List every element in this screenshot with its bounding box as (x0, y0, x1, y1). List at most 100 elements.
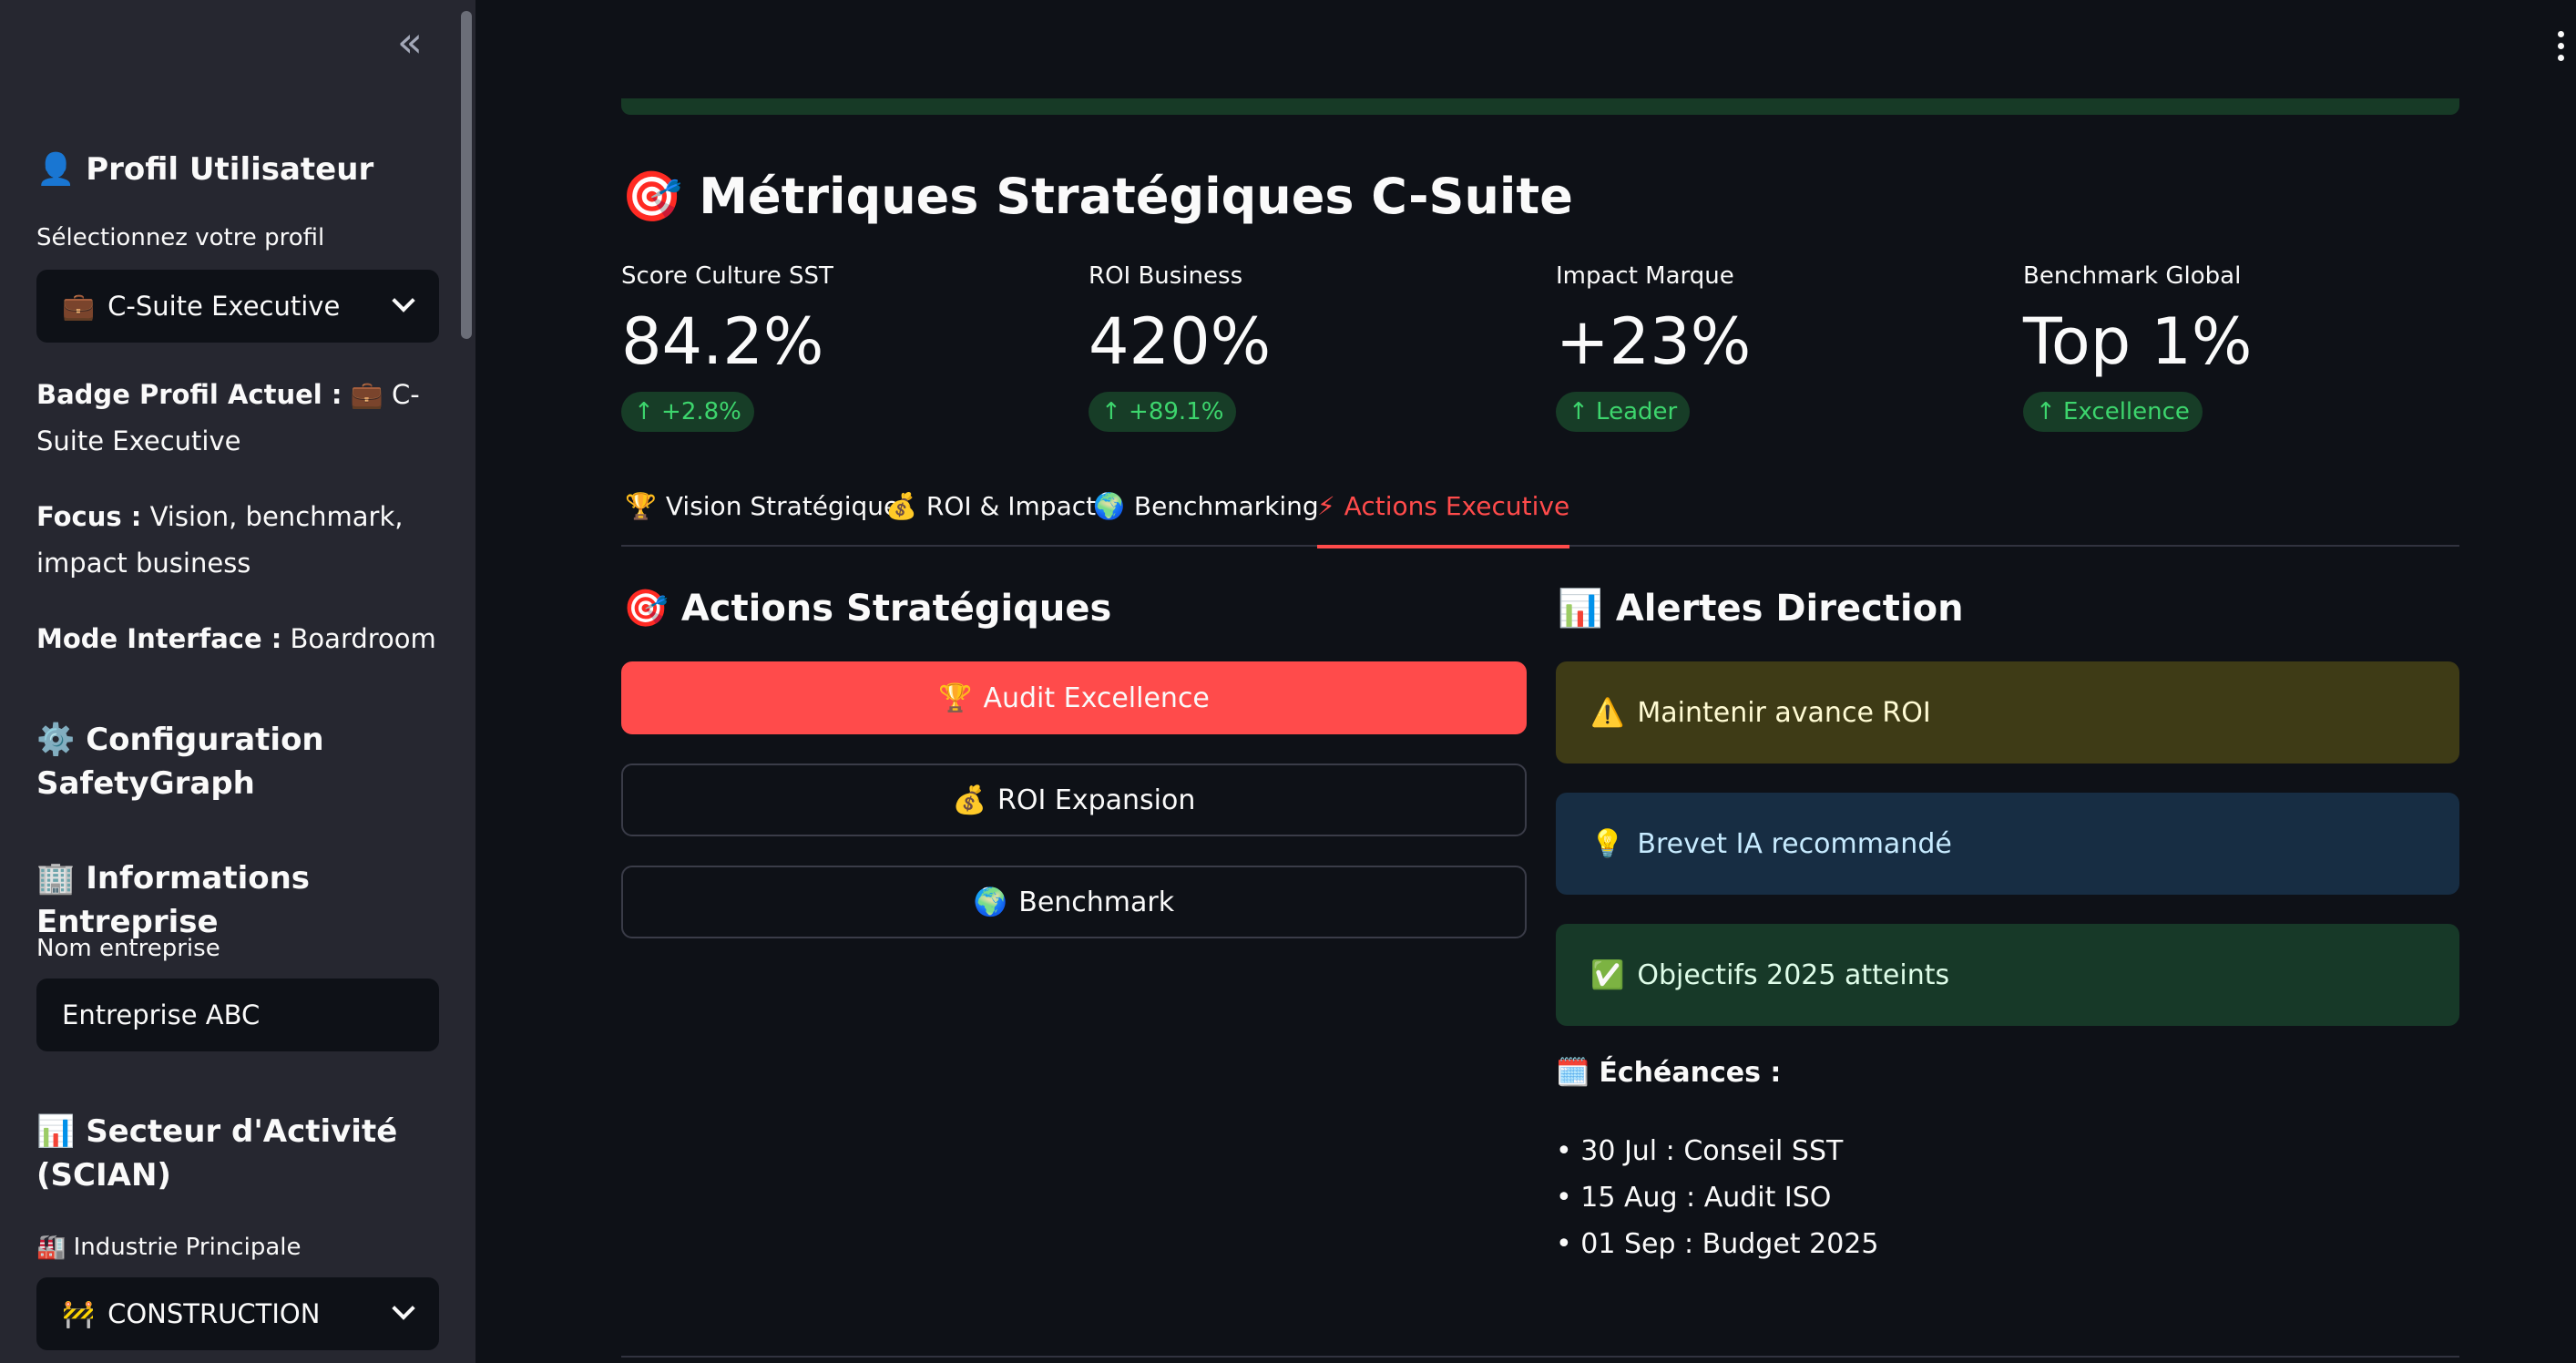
mode-label: Mode Interface : (36, 623, 282, 654)
tab-roi-impact[interactable]: 💰 ROI & Impact (885, 481, 1096, 547)
profile-select[interactable]: 💼 C-Suite Executive (36, 270, 439, 343)
alert-text: Maintenir avance ROI (1637, 696, 1931, 729)
metric-delta: ↑ Excellence (2023, 392, 2203, 432)
chevron-down-icon (392, 1296, 415, 1320)
industry-label: 🏭 Industrie Principale (36, 1234, 301, 1261)
bar-chart-icon: 📊 (1558, 588, 1603, 630)
target-icon: 🎯 (623, 588, 669, 630)
metric-value: 84.2% (621, 304, 824, 379)
sector-heading: 📊 Secteur d'Activité (SCIAN) (36, 1110, 437, 1197)
tab-actions-executive[interactable]: ⚡ Actions Executive (1317, 481, 1570, 548)
factory-icon: 🏭 (36, 1234, 66, 1261)
page-title-text: Métriques Stratégiques C-Suite (699, 168, 1573, 225)
metric-delta: ↑ Leader (1556, 392, 1691, 432)
globe-icon: 🌍 (973, 886, 1008, 918)
list-item: • 30 Jul : Conseil SST (1556, 1135, 1844, 1167)
metric-benchmark-global: Benchmark Global Top 1% ↑ Excellence (2023, 262, 2460, 432)
chevron-down-icon (392, 289, 415, 313)
calendar-icon: 🗓️ (1556, 1057, 1590, 1089)
company-name-label: Nom entreprise (36, 935, 220, 962)
collapse-sidebar-icon[interactable]: « (390, 21, 430, 64)
deadlines-list: • 30 Jul : Conseil SST • 15 Aug : Audit … (1556, 1128, 1878, 1267)
money-bag-icon: 💰 (952, 784, 987, 816)
check-mark-icon: ✅ (1590, 958, 1625, 991)
alert-info: 💡 Brevet IA recommandé (1556, 793, 2459, 895)
tab-label: Actions Executive (1344, 491, 1570, 521)
actions-heading: 🎯 Actions Stratégiques (623, 581, 1111, 636)
list-item: • 01 Sep : Budget 2025 (1556, 1228, 1879, 1260)
config-heading-text: Configuration SafetyGraph (36, 722, 324, 802)
tab-benchmarking[interactable]: 🌍 Benchmarking (1093, 481, 1319, 547)
button-label: Benchmark (1018, 886, 1175, 918)
money-bag-icon: 💰 (885, 491, 917, 521)
alerts-heading: 📊 Alertes Direction (1558, 581, 1964, 636)
target-icon: 🎯 (621, 168, 683, 225)
metric-label: Benchmark Global (2023, 262, 2242, 290)
page-title: 🎯 Métriques Stratégiques C-Suite (621, 162, 1573, 231)
company-name-input[interactable]: Entreprise ABC (36, 979, 439, 1051)
trophy-icon: 🏆 (938, 682, 973, 714)
roi-expansion-button[interactable]: 💰 ROI Expansion (621, 763, 1527, 836)
alert-text: Objectifs 2025 atteints (1637, 958, 1950, 991)
bar-chart-icon: 📊 (36, 1113, 76, 1150)
alert-warning: ⚠️ Maintenir avance ROI (1556, 661, 2459, 763)
construction-icon: 🚧 (62, 1297, 96, 1329)
deadlines-title: 🗓️ Échéances : (1556, 1057, 1781, 1089)
metric-value: 420% (1089, 304, 1272, 379)
metric-value: +23% (1556, 304, 1752, 379)
gear-icon: ⚙️ (36, 722, 76, 758)
app-root: « 👤 Profil Utilisateur Sélectionnez votr… (0, 0, 2576, 1363)
metric-label: Score Culture SST (621, 262, 833, 290)
alert-text: Brevet IA recommandé (1637, 827, 1952, 860)
profile-select-value: C-Suite Executive (107, 291, 341, 322)
deadlines-title-text: Échéances : (1599, 1057, 1782, 1089)
company-heading: 🏢 Informations Entreprise (36, 856, 437, 944)
tab-vision-strategique[interactable]: 🏆 Vision Stratégique (625, 481, 899, 547)
lightning-icon: ⚡ (1317, 491, 1335, 521)
metric-label: Impact Marque (1556, 262, 1734, 290)
trophy-icon: 🏆 (625, 491, 657, 521)
badge-profile: Badge Profil Actuel : 💼 C-Suite Executiv… (36, 372, 437, 465)
profile-heading: 👤 Profil Utilisateur (36, 148, 437, 191)
company-heading-text: Informations Entreprise (36, 860, 311, 940)
audit-excellence-button[interactable]: 🏆 Audit Excellence (621, 661, 1527, 734)
metric-label: ROI Business (1089, 262, 1243, 290)
metric-impact-marque: Impact Marque +23% ↑ Leader (1556, 262, 1993, 432)
warning-icon: ⚠️ (1590, 696, 1625, 729)
focus-label: Focus : (36, 501, 142, 532)
industry-select[interactable]: 🚧 CONSTRUCTION (36, 1277, 439, 1350)
mode-value: Boardroom (290, 623, 436, 654)
tab-bar: 🏆 Vision Stratégique 💰 ROI & Impact 🌍 Bench… (621, 481, 2459, 548)
industry-select-value: CONSTRUCTION (107, 1298, 321, 1329)
mode-info: Mode Interface : Boardroom (36, 616, 437, 662)
globe-icon: 🌍 (1093, 491, 1125, 521)
success-banner-bottom (621, 98, 2459, 115)
sector-heading-text: Secteur d'Activité (SCIAN) (36, 1113, 398, 1194)
metric-delta: ↑ +2.8% (621, 392, 754, 432)
badge-profile-label: Badge Profil Actuel : (36, 379, 342, 410)
light-bulb-icon: 💡 (1590, 827, 1625, 860)
profile-heading-text: Profil Utilisateur (86, 151, 374, 188)
sidebar: « 👤 Profil Utilisateur Sélectionnez votr… (0, 0, 475, 1363)
briefcase-icon: 💼 (62, 290, 96, 322)
office-building-icon: 🏢 (36, 860, 76, 897)
alert-success: ✅ Objectifs 2025 atteints (1556, 924, 2459, 1026)
metric-score-culture: Score Culture SST 84.2% ↑ +2.8% (621, 262, 1058, 432)
divider (621, 1356, 2459, 1358)
metric-roi-business: ROI Business 420% ↑ +89.1% (1089, 262, 1526, 432)
button-label: ROI Expansion (997, 784, 1196, 816)
main-menu-icon[interactable] (2556, 31, 2567, 67)
button-label: Audit Excellence (983, 682, 1210, 714)
profile-select-label: Sélectionnez votre profil (36, 224, 325, 251)
focus-info: Focus : Vision, benchmark, impact busine… (36, 494, 437, 587)
alerts-heading-text: Alertes Direction (1615, 588, 1964, 630)
tab-label: Benchmarking (1133, 491, 1319, 521)
metric-delta: ↑ +89.1% (1089, 392, 1237, 432)
benchmark-button[interactable]: 🌍 Benchmark (621, 866, 1527, 938)
user-icon: 👤 (36, 151, 76, 188)
actions-heading-text: Actions Stratégiques (680, 588, 1112, 630)
sidebar-scrollbar-thumb[interactable] (461, 11, 472, 339)
config-heading: ⚙️ Configuration SafetyGraph (36, 718, 437, 805)
industry-label-text: Industrie Principale (73, 1234, 302, 1261)
tab-label: ROI & Impact (925, 491, 1097, 521)
